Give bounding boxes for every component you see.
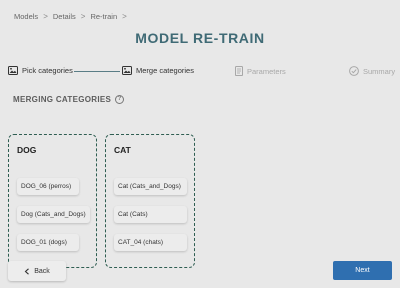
step-label: Pick categories <box>22 66 73 75</box>
step-label: Summary <box>363 66 396 76</box>
next-button[interactable]: Next <box>333 261 392 280</box>
category-box-dog[interactable]: DOG DOG_06 (perros) Dog (Cats_and_Dogs) … <box>8 134 97 268</box>
step-label: Merge categories <box>136 66 194 75</box>
image-icon <box>8 66 18 75</box>
check-circle-icon <box>349 66 359 76</box>
document-icon <box>235 66 243 76</box>
breadcrumb: Models > Details > Re-train > <box>14 12 127 21</box>
breadcrumb-separator: > <box>80 12 86 21</box>
chevron-left-icon <box>24 267 30 275</box>
back-button[interactable]: Back <box>8 261 66 281</box>
breadcrumb-models[interactable]: Models <box>14 12 38 21</box>
category-item[interactable]: DOG_01 (dogs) <box>17 234 79 251</box>
back-button-label: Back <box>34 267 50 275</box>
stepper: Pick categories Merge categories Paramet… <box>8 66 395 78</box>
category-item[interactable]: DOG_06 (perros) <box>17 178 79 195</box>
category-box-cat[interactable]: CAT Cat (Cats_and_Dogs) Cat (Cats) CAT_0… <box>105 134 195 268</box>
step-connector <box>74 71 120 72</box>
category-title: CAT <box>114 145 131 155</box>
step-parameters[interactable]: Parameters <box>235 66 286 76</box>
step-label: Parameters <box>247 66 286 76</box>
step-summary[interactable]: Summary <box>349 66 395 76</box>
section-title: MERGING CATEGORIES ? <box>13 95 125 104</box>
image-icon <box>122 66 132 75</box>
category-item[interactable]: Dog (Cats_and_Dogs) <box>17 206 90 223</box>
section-title-text: MERGING CATEGORIES <box>13 95 112 104</box>
breadcrumb-retrain[interactable]: Re-train <box>90 12 117 21</box>
category-item[interactable]: CAT_04 (chats) <box>114 234 187 251</box>
page-title: MODEL RE-TRAIN <box>135 30 265 46</box>
category-title: DOG <box>17 145 37 155</box>
step-pick-categories[interactable]: Pick categories <box>8 66 73 75</box>
breadcrumb-separator: > <box>122 12 127 21</box>
category-item[interactable]: Cat (Cats) <box>114 206 187 223</box>
breadcrumb-separator: > <box>43 12 48 21</box>
breadcrumb-details[interactable]: Details <box>53 12 76 21</box>
help-icon[interactable]: ? <box>115 95 125 104</box>
step-merge-categories[interactable]: Merge categories <box>122 66 194 75</box>
category-item[interactable]: Cat (Cats_and_Dogs) <box>114 178 187 195</box>
